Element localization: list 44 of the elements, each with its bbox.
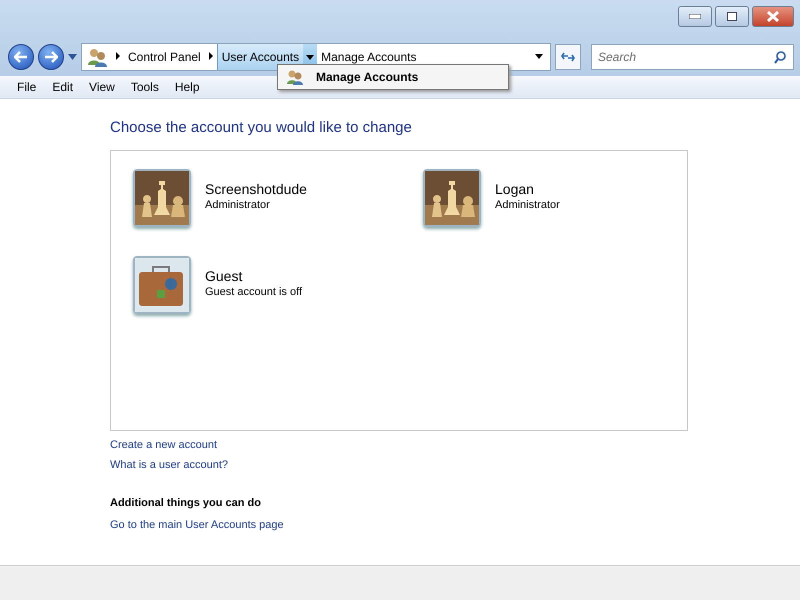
minimize-button[interactable]	[678, 6, 712, 27]
back-button[interactable]	[8, 44, 34, 70]
account-type: Administrator	[205, 199, 271, 211]
history-dropdown-icon[interactable]	[68, 54, 77, 60]
maximize-icon	[727, 12, 737, 21]
search-icon[interactable]	[774, 51, 786, 64]
section-title: Additional things you can do	[110, 497, 262, 509]
account-picture-frame[interactable]	[133, 169, 191, 227]
forward-button[interactable]	[38, 44, 64, 70]
task-link[interactable]: What is a user account?	[110, 459, 228, 471]
users-icon	[286, 69, 304, 85]
menu-item[interactable]: View	[82, 80, 122, 94]
maximize-button[interactable]	[715, 6, 749, 27]
search-field[interactable]: Search	[591, 44, 794, 70]
account-type: Administrator	[495, 199, 560, 211]
breadcrumb[interactable]: User Accounts	[216, 44, 304, 70]
suitcase-picture	[135, 258, 189, 312]
account-name[interactable]: Guest	[205, 268, 242, 284]
task-link[interactable]: Create a new account	[110, 439, 218, 451]
account-type: Guest account is off	[205, 286, 302, 298]
menu-item[interactable]: Tools	[124, 80, 166, 94]
account-name[interactable]: Screenshotdude	[205, 181, 307, 197]
minimize-icon	[689, 14, 701, 19]
menu-item[interactable]: Edit	[45, 80, 80, 94]
page-heading: Choose the account you would like to change	[110, 119, 413, 136]
right-arrow-icon	[44, 51, 58, 63]
breadcrumb[interactable]: Control Panel	[124, 44, 205, 70]
account-picture-frame[interactable]	[133, 256, 191, 314]
menu-item[interactable]: File	[10, 80, 44, 94]
close-button[interactable]	[752, 6, 794, 27]
chess-pieces-picture	[135, 171, 189, 225]
account-picture-frame[interactable]	[423, 169, 481, 227]
left-arrow-icon	[14, 51, 28, 63]
caret-icon	[306, 54, 314, 60]
breadcrumb[interactable]: Manage Accounts	[317, 44, 528, 70]
users-icon	[86, 47, 108, 67]
refresh-icon	[561, 51, 575, 63]
account-name[interactable]: Logan	[495, 181, 534, 197]
menu-item[interactable]: Manage Accounts	[278, 69, 426, 85]
chess-pieces-picture	[425, 171, 479, 225]
task-link[interactable]: Go to the main User Accounts page	[110, 519, 284, 531]
close-icon	[767, 11, 779, 22]
menu-item[interactable]: Help	[168, 80, 207, 94]
refresh-button[interactable]	[555, 44, 581, 70]
